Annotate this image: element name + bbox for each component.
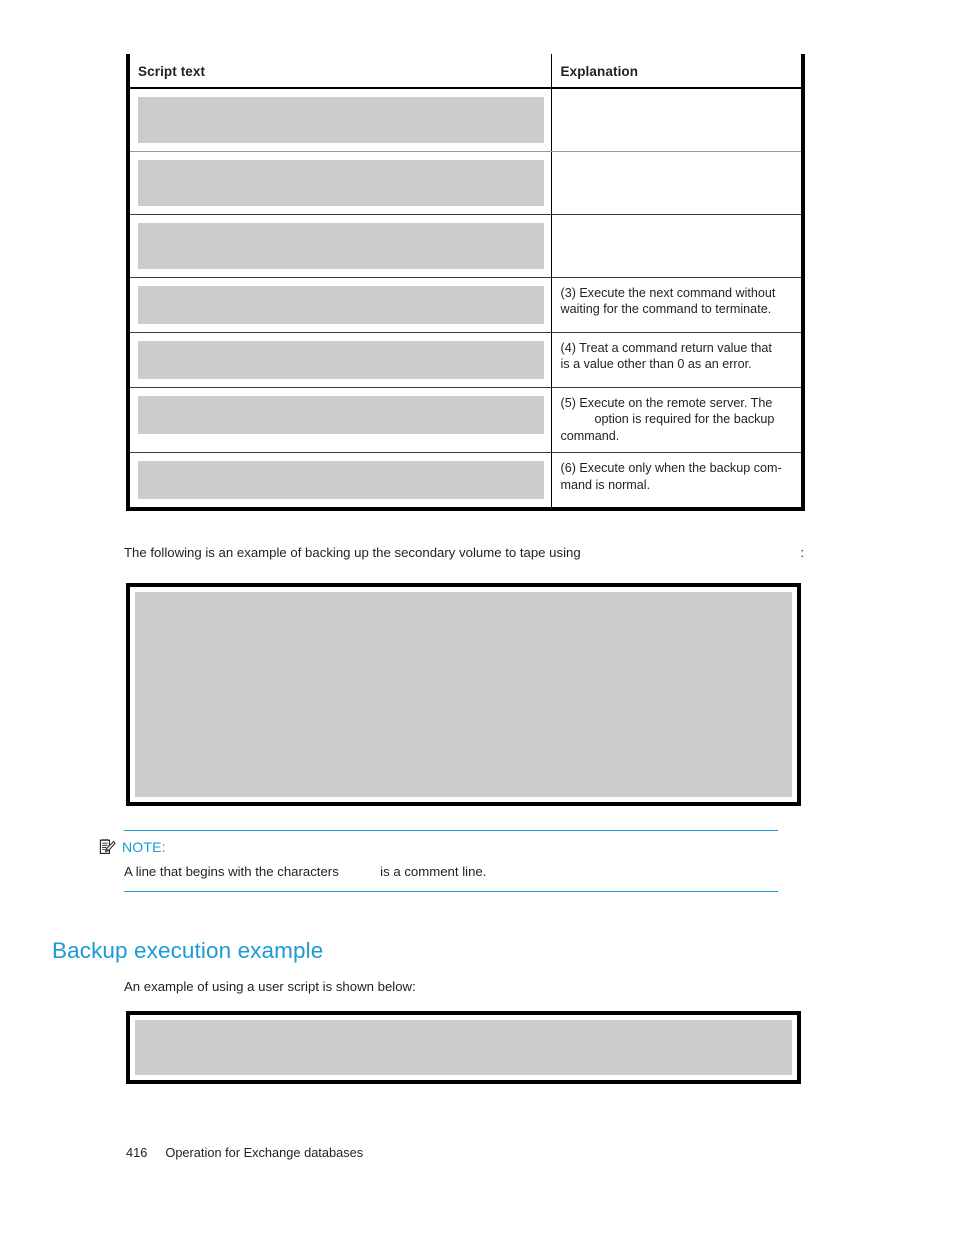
code-block-redaction: [135, 592, 792, 797]
note-body: A line that begins with the characters i…: [124, 856, 778, 891]
explanation-line: is a value other than 0 as an error.: [560, 357, 752, 372]
column-header-script-text: Script text: [128, 54, 551, 89]
code-block-backup-script: [126, 583, 801, 806]
section-heading-backup-execution-example: Backup execution example: [52, 938, 324, 963]
table-row: (6) Execute only when the backup com-man…: [128, 452, 803, 510]
note-document-pencil-icon: [98, 838, 116, 856]
table-row: [128, 151, 803, 215]
explanation-line: (6) Execute only when the backup com-: [560, 461, 782, 476]
note-header: NOTE:: [98, 831, 778, 856]
cell-explanation: (3) Execute the next command without wait…: [550, 277, 803, 333]
script-text-redaction: [138, 97, 544, 143]
footer-page-number: 416: [126, 1145, 148, 1160]
table-body: (3) Execute the next command without wait…: [128, 88, 803, 510]
cell-script-text: [128, 151, 551, 215]
explanation-line: (5) Execute on the remote server. The: [560, 396, 773, 410]
example-paragraph: An example of using a user script is sho…: [124, 979, 416, 994]
explanation-line: (3) Execute the next command without: [560, 286, 776, 300]
note-body-text-after: is a comment line.: [380, 864, 487, 879]
footer-chapter-title: Operation for Exchange databases: [165, 1145, 364, 1160]
explanation-line: option is required for the backup: [594, 412, 775, 427]
note-bottom-rule: [124, 891, 778, 892]
cell-explanation: (5) Execute on the remote server. The opt…: [550, 387, 803, 454]
code-block-redaction: [135, 1020, 792, 1075]
note-label: NOTE:: [122, 839, 166, 855]
code-block-execution-example: [126, 1011, 801, 1084]
table-row: (3) Execute the next command without wait…: [128, 277, 803, 333]
note-body-text-before: A line that begins with the characters: [124, 864, 339, 879]
cell-script-text: [128, 453, 551, 510]
note-callout: NOTE: A line that begins with the charac…: [99, 830, 778, 892]
cell-explanation: [550, 151, 803, 215]
cell-script-text: [128, 332, 551, 388]
script-text-redaction: [138, 396, 544, 434]
script-text-redaction: [138, 160, 544, 206]
cell-explanation: (4) Treat a command return value that is …: [550, 332, 803, 388]
intro-paragraph-text: The following is an example of backing u…: [124, 545, 581, 560]
cell-script-text: [128, 88, 551, 152]
table-header-row: Script text Explanation: [128, 54, 803, 89]
script-text-redaction: [138, 341, 544, 379]
script-text-redaction: [138, 286, 544, 324]
cell-script-text: [128, 277, 551, 333]
intro-paragraph: : The following is an example of backing…: [124, 544, 804, 562]
column-header-explanation: Explanation: [550, 54, 803, 89]
script-explanation-table: Script text Explanation (3) Execute the …: [126, 54, 805, 512]
cell-explanation: [550, 214, 803, 278]
intro-paragraph-trailing-colon: :: [800, 545, 804, 560]
cell-explanation: (6) Execute only when the backup com-man…: [550, 452, 803, 510]
document-page: Script text Explanation (3) Execute the …: [0, 0, 954, 1235]
explanation-line: waiting for the command to terminate.: [560, 302, 772, 317]
table-row: (5) Execute on the remote server. The opt…: [128, 387, 803, 454]
cell-script-text: [128, 387, 551, 454]
cell-explanation: [550, 88, 803, 152]
table-row: (4) Treat a command return value that is …: [128, 332, 803, 388]
script-text-redaction: [138, 223, 544, 269]
cell-script-text: [128, 214, 551, 278]
table-row: [128, 88, 803, 152]
explanation-line: (4) Treat a command return value that: [560, 341, 772, 355]
table-row: [128, 214, 803, 278]
script-text-redaction: [138, 461, 544, 500]
explanation-line: mand is normal.: [560, 477, 651, 492]
explanation-line: command.: [560, 428, 620, 443]
page-footer: 416 Operation for Exchange databases: [126, 1145, 363, 1160]
